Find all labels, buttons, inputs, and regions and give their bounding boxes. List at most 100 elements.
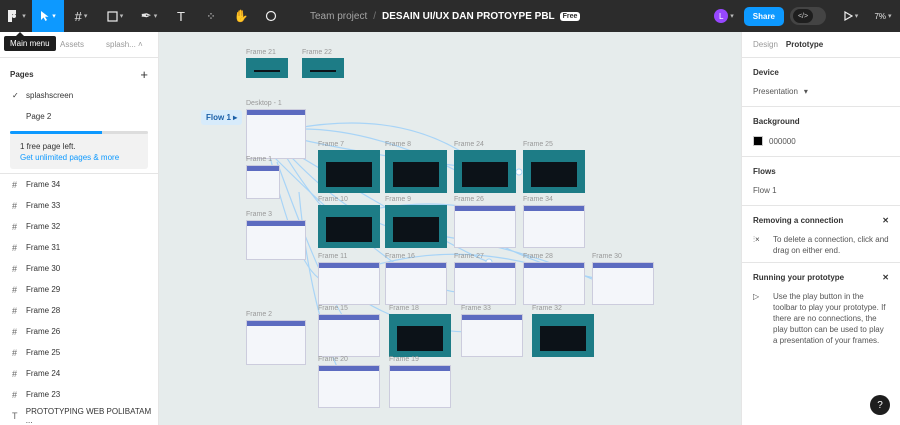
background-color-field[interactable]: 000000 bbox=[753, 136, 889, 146]
frame-label[interactable]: Frame 1 bbox=[246, 156, 272, 163]
avatar[interactable]: L bbox=[714, 9, 729, 23]
frame-thumbnail[interactable] bbox=[318, 262, 380, 305]
layer-item[interactable]: # Frame 23 bbox=[0, 384, 158, 405]
frame-label[interactable]: Frame 24 bbox=[454, 141, 484, 148]
layer-item[interactable]: # Frame 33 bbox=[0, 195, 158, 216]
layer-item[interactable]: T PROTOTYPING WEB POLIBATAM ... bbox=[0, 405, 158, 425]
tab-design[interactable]: Design bbox=[753, 40, 778, 49]
frame-label[interactable]: Frame 11 bbox=[318, 253, 347, 260]
frame-label[interactable]: Frame 32 bbox=[532, 305, 562, 312]
frame-thumbnail[interactable] bbox=[246, 58, 288, 78]
close-icon[interactable]: ✕ bbox=[882, 216, 889, 225]
frame-thumbnail[interactable] bbox=[389, 365, 451, 408]
frame-thumbnail[interactable] bbox=[318, 365, 380, 408]
frame-thumbnail[interactable] bbox=[246, 320, 306, 365]
frame-label[interactable]: Frame 30 bbox=[592, 253, 622, 260]
flow-start-label[interactable]: Flow 1 ▸ bbox=[201, 110, 243, 125]
frame-thumbnail[interactable] bbox=[318, 314, 380, 357]
frame-thumbnail[interactable] bbox=[523, 150, 585, 193]
frame-tool-button[interactable]: # ▾ bbox=[64, 0, 98, 32]
dev-mode-toggle[interactable]: </> bbox=[790, 7, 826, 25]
frame-thumbnail[interactable] bbox=[389, 314, 451, 357]
frame-thumbnail[interactable] bbox=[454, 262, 516, 305]
comment-tool-button[interactable] bbox=[256, 0, 286, 32]
figma-logo-icon[interactable]: ▾ bbox=[0, 0, 32, 32]
file-name[interactable]: DESAIN UI/UX DAN PROTOYPE PBL bbox=[382, 11, 555, 22]
frame-label[interactable]: Frame 18 bbox=[389, 305, 419, 312]
device-select[interactable]: Presentation ▾ bbox=[753, 87, 889, 96]
page-dropdown[interactable]: splash... ˄ bbox=[106, 40, 143, 49]
frame-label[interactable]: Frame 21 bbox=[246, 49, 276, 56]
layer-item[interactable]: # Frame 30 bbox=[0, 258, 158, 279]
hand-tool-button[interactable]: ✋ bbox=[226, 0, 256, 32]
text-tool-button[interactable]: T bbox=[166, 0, 196, 32]
frame-label[interactable]: Frame 2 bbox=[246, 311, 272, 318]
team-name[interactable]: Team project bbox=[310, 11, 367, 22]
plan-badge[interactable]: Free bbox=[559, 11, 581, 21]
layer-item[interactable]: # Frame 32 bbox=[0, 216, 158, 237]
canvas[interactable]: Flow 1 ▸ Frame 21 Frame 22 Desktop - 1 Fram… bbox=[159, 32, 741, 425]
color-swatch[interactable] bbox=[753, 136, 763, 146]
frame-icon: # bbox=[12, 305, 18, 316]
add-page-icon[interactable]: + bbox=[140, 67, 148, 82]
frame-header-bar bbox=[455, 206, 515, 211]
resources-button[interactable]: ⁘ bbox=[196, 0, 226, 32]
layer-item[interactable]: # Frame 24 bbox=[0, 363, 158, 384]
frame-thumbnail[interactable] bbox=[385, 150, 447, 193]
frame-thumbnail[interactable] bbox=[318, 150, 380, 193]
frame-label[interactable]: Frame 10 bbox=[318, 196, 348, 203]
frame-thumbnail[interactable] bbox=[318, 205, 380, 248]
frame-thumbnail[interactable] bbox=[246, 220, 306, 260]
frame-label[interactable]: Frame 19 bbox=[389, 356, 419, 363]
close-icon[interactable]: ✕ bbox=[882, 273, 889, 282]
frame-label[interactable]: Frame 8 bbox=[385, 141, 411, 148]
frame-label[interactable]: Frame 22 bbox=[302, 49, 332, 56]
frame-label[interactable]: Frame 26 bbox=[454, 196, 484, 203]
layer-item[interactable]: # Frame 28 bbox=[0, 300, 158, 321]
shape-tool-button[interactable]: ▾ bbox=[98, 0, 132, 32]
frame-thumbnail[interactable] bbox=[385, 205, 447, 248]
frame-label[interactable]: Frame 27 bbox=[454, 253, 484, 260]
frame-label[interactable]: Frame 15 bbox=[318, 305, 348, 312]
layer-item[interactable]: # Frame 29 bbox=[0, 279, 158, 300]
frame-thumbnail[interactable] bbox=[454, 150, 516, 193]
frame-thumbnail[interactable] bbox=[246, 109, 306, 159]
layer-item[interactable]: # Frame 25 bbox=[0, 342, 158, 363]
connection-node[interactable] bbox=[515, 168, 523, 176]
pen-tool-button[interactable]: ✒ ▾ bbox=[132, 0, 166, 32]
chevron-down-icon[interactable]: ▾ bbox=[730, 12, 734, 20]
layer-item[interactable]: # Frame 31 bbox=[0, 237, 158, 258]
frame-thumbnail[interactable] bbox=[532, 314, 594, 357]
frame-label[interactable]: Frame 28 bbox=[523, 253, 553, 260]
frame-label[interactable]: Frame 3 bbox=[246, 211, 272, 218]
tab-prototype[interactable]: Prototype bbox=[786, 40, 823, 49]
frame-label[interactable]: Frame 33 bbox=[461, 305, 491, 312]
frame-thumbnail[interactable] bbox=[454, 205, 516, 248]
frame-label[interactable]: Frame 16 bbox=[385, 253, 415, 260]
frame-thumbnail[interactable] bbox=[523, 205, 585, 248]
frame-thumbnail[interactable] bbox=[523, 262, 585, 305]
frame-label[interactable]: Desktop - 1 bbox=[246, 100, 282, 107]
frame-thumbnail[interactable] bbox=[385, 262, 447, 305]
help-button[interactable]: ? bbox=[870, 395, 890, 415]
frame-thumbnail[interactable] bbox=[302, 58, 344, 78]
layer-item[interactable]: # Frame 34 bbox=[0, 174, 158, 195]
flow-item[interactable]: Flow 1 bbox=[753, 186, 889, 195]
upgrade-link[interactable]: Get unlimited pages & more bbox=[20, 153, 119, 162]
frame-thumbnail[interactable] bbox=[461, 314, 523, 357]
frame-label[interactable]: Frame 7 bbox=[318, 141, 344, 148]
frame-label[interactable]: Frame 34 bbox=[523, 196, 553, 203]
tab-assets[interactable]: Assets bbox=[60, 40, 84, 49]
present-button[interactable]: ▾ bbox=[836, 0, 866, 32]
page-item-page-2[interactable]: Page 2 bbox=[0, 106, 158, 127]
share-button[interactable]: Share bbox=[743, 6, 784, 26]
frame-thumbnail[interactable] bbox=[246, 165, 280, 199]
frame-label[interactable]: Frame 25 bbox=[523, 141, 553, 148]
frame-label[interactable]: Frame 20 bbox=[318, 356, 348, 363]
move-tool-button[interactable]: ▾ bbox=[32, 0, 64, 32]
frame-label[interactable]: Frame 9 bbox=[385, 196, 411, 203]
page-item-splashscreen[interactable]: ✓ splashscreen bbox=[0, 85, 158, 106]
frame-thumbnail[interactable] bbox=[592, 262, 654, 305]
zoom-control[interactable]: 7% ▾ bbox=[866, 0, 900, 32]
layer-item[interactable]: # Frame 26 bbox=[0, 321, 158, 342]
